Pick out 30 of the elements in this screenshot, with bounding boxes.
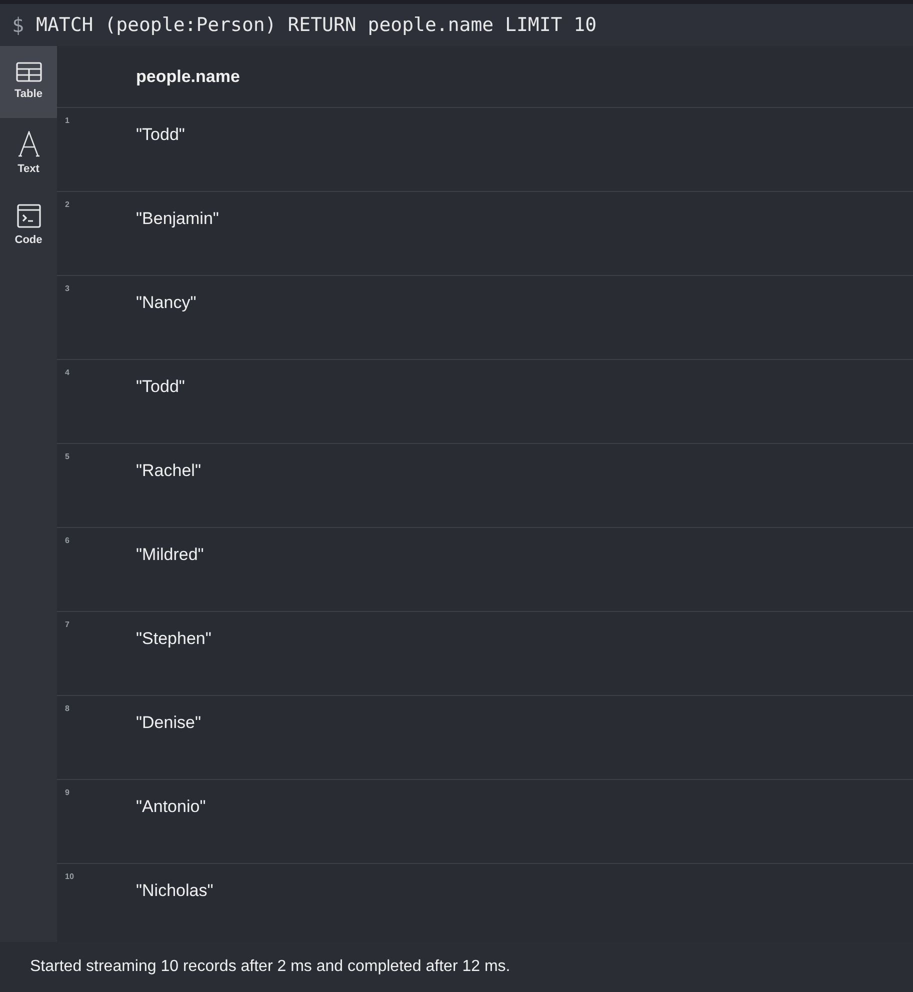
table-cell-text: "Todd" [136,376,185,398]
table-cell-text: "Stephen" [136,628,212,650]
row-number: 10 [65,871,74,883]
view-tab[interactable]: Text [0,118,57,190]
status-text: Started streaming 10 records after 2 ms and completed after 12 ms. [30,957,510,977]
row-number: 3 [65,283,70,295]
table-icon [16,62,42,82]
row-number: 1 [65,115,70,127]
view-tab[interactable]: Table [0,46,57,118]
terminal-icon [16,204,40,228]
row-number: 9 [65,787,70,799]
letter-icon [18,130,40,157]
column-header: people.name [136,66,240,88]
row-number: 4 [65,367,70,379]
row-number: 7 [65,619,70,631]
table-cell-text: "Nancy" [136,292,196,314]
table-cell-text: "Mildred" [136,544,204,566]
table-cell-text: "Benjamin" [136,208,219,230]
prompt-sign: $ [12,12,24,39]
table-cell-text: "Antonio" [136,796,206,818]
row-number: 5 [65,451,70,463]
view-tab[interactable]: Code [0,190,57,262]
table-cell-text: "Rachel" [136,460,201,482]
table-cell-text: "Denise" [136,712,201,734]
row-number: 2 [65,199,70,211]
table-cell-text: "Todd" [136,124,185,146]
row-number: 6 [65,535,70,547]
row-number: 8 [65,703,70,715]
table-cell-text: "Nicholas" [136,880,214,902]
query-text[interactable]: MATCH (people:Person) RETURN people.name LIMIT 10 [36,10,597,40]
